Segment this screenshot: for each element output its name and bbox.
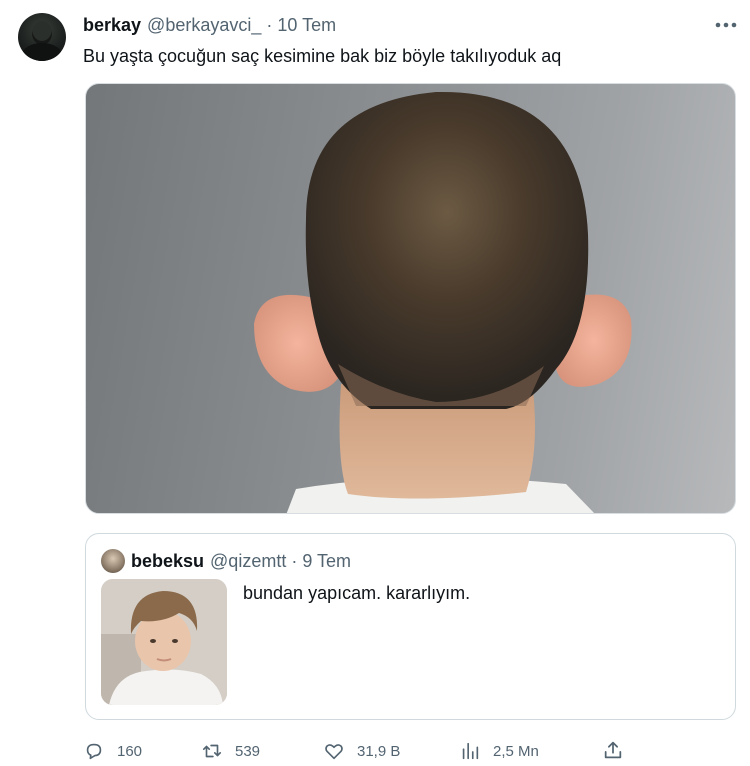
tweet-date[interactable]: 10 Tem [277,15,336,36]
like-icon [325,744,343,760]
like-button[interactable]: 31,9 B [323,736,400,766]
quoted-author-avatar [101,549,125,573]
share-button[interactable] [602,739,624,761]
tweet-text: Bu yaşta çocuğun saç kesimine bak biz bö… [83,46,562,66]
author-handle[interactable]: @berkayavci_ [147,15,261,36]
child-head-illustration [254,91,632,513]
retweet-button[interactable]: 539 [201,736,260,766]
quoted-tweet-header: bebeksu @qizemtt · 9 Tem [131,549,351,573]
more-dots-icon[interactable] [710,12,742,38]
tweet-header: berkay @berkayavci_ · 10 Tem [83,14,336,36]
views-button[interactable]: 2,5 Mn [459,736,539,766]
quoted-header-separator: · [291,550,298,571]
reply-icon [86,743,102,760]
header-separator: · [266,14,273,35]
author-avatar[interactable] [18,13,66,61]
like-count: 31,9 B [357,742,401,760]
quoted-author-handle: @qizemtt [210,550,287,571]
views-icon [462,742,479,760]
reply-button[interactable]: 160 [83,736,142,766]
share-icon [604,741,622,759]
quoted-tweet-text: bundan yapıcam. kararlıyım. [243,583,471,603]
avatar-head-shape [32,21,52,45]
quoted-tweet-photo [101,579,227,705]
author-name[interactable]: berkay [83,15,141,36]
child-portrait-illustration [101,579,227,705]
more-dots-glyph [715,22,737,28]
retweet-count: 539 [235,742,261,760]
avatar-shoulders-shape [22,43,62,61]
reply-count: 160 [117,742,143,760]
tweet-photo[interactable] [85,83,736,514]
retweet-icon [202,744,222,758]
views-count: 2,5 Mn [493,742,539,760]
quoted-author-name: bebeksu [131,550,205,571]
tweet-action-bar: 160 539 31,9 B 2,5 Mn [83,736,643,766]
quoted-tweet-card[interactable]: bebeksu @qizemtt · 9 Tem bundan yapıcam.… [85,533,736,720]
quoted-tweet-date: 9 Tem [302,550,352,571]
